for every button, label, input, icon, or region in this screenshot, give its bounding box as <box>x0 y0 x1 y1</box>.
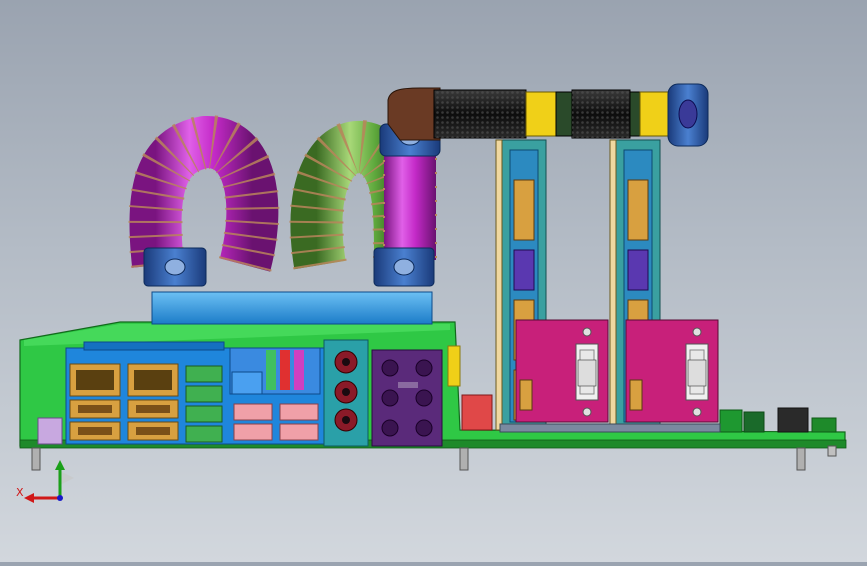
magenta-tube-right[interactable] <box>383 139 437 261</box>
cad-model-canvas[interactable]: X <box>0 0 867 562</box>
x-axis-label: X <box>16 486 24 499</box>
standoffs <box>31 445 837 471</box>
radiator-assembly[interactable] <box>387 83 709 147</box>
display-connectors[interactable] <box>229 347 321 395</box>
cpu-water-block[interactable] <box>151 291 433 325</box>
pcie-slots <box>499 423 721 433</box>
teal-jack-panel[interactable] <box>323 339 369 447</box>
audio-jack-icon[interactable] <box>371 349 443 447</box>
cad-viewport[interactable]: X <box>0 0 867 562</box>
magenta-tube-left[interactable] <box>128 115 280 272</box>
coordinate-triad-icon[interactable]: X <box>16 460 74 503</box>
